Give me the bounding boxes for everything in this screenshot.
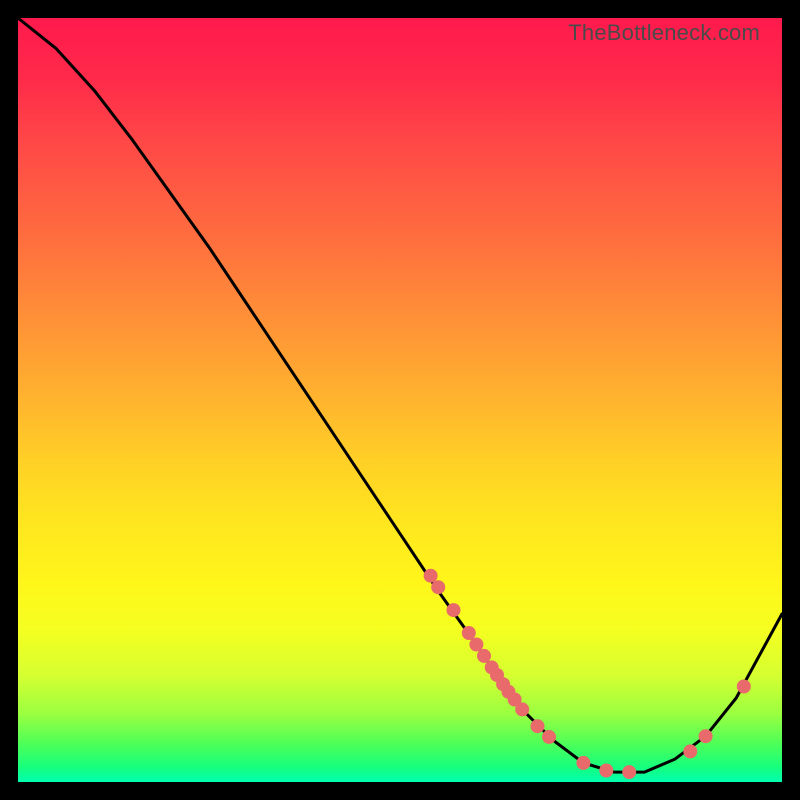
data-point — [531, 719, 545, 733]
data-point — [515, 702, 529, 716]
data-point — [431, 580, 445, 594]
data-point — [622, 765, 636, 779]
data-point — [737, 680, 751, 694]
data-point — [424, 569, 438, 583]
data-point — [699, 729, 713, 743]
data-points — [424, 569, 751, 779]
data-point — [599, 764, 613, 778]
data-point — [477, 649, 491, 663]
data-point — [447, 603, 461, 617]
bottleneck-curve — [18, 18, 782, 772]
data-point — [469, 638, 483, 652]
chart-svg — [18, 18, 782, 782]
chart-area: TheBottleneck.com — [18, 18, 782, 782]
data-point — [462, 626, 476, 640]
data-point — [576, 756, 590, 770]
data-point — [542, 730, 556, 744]
data-point — [683, 744, 697, 758]
